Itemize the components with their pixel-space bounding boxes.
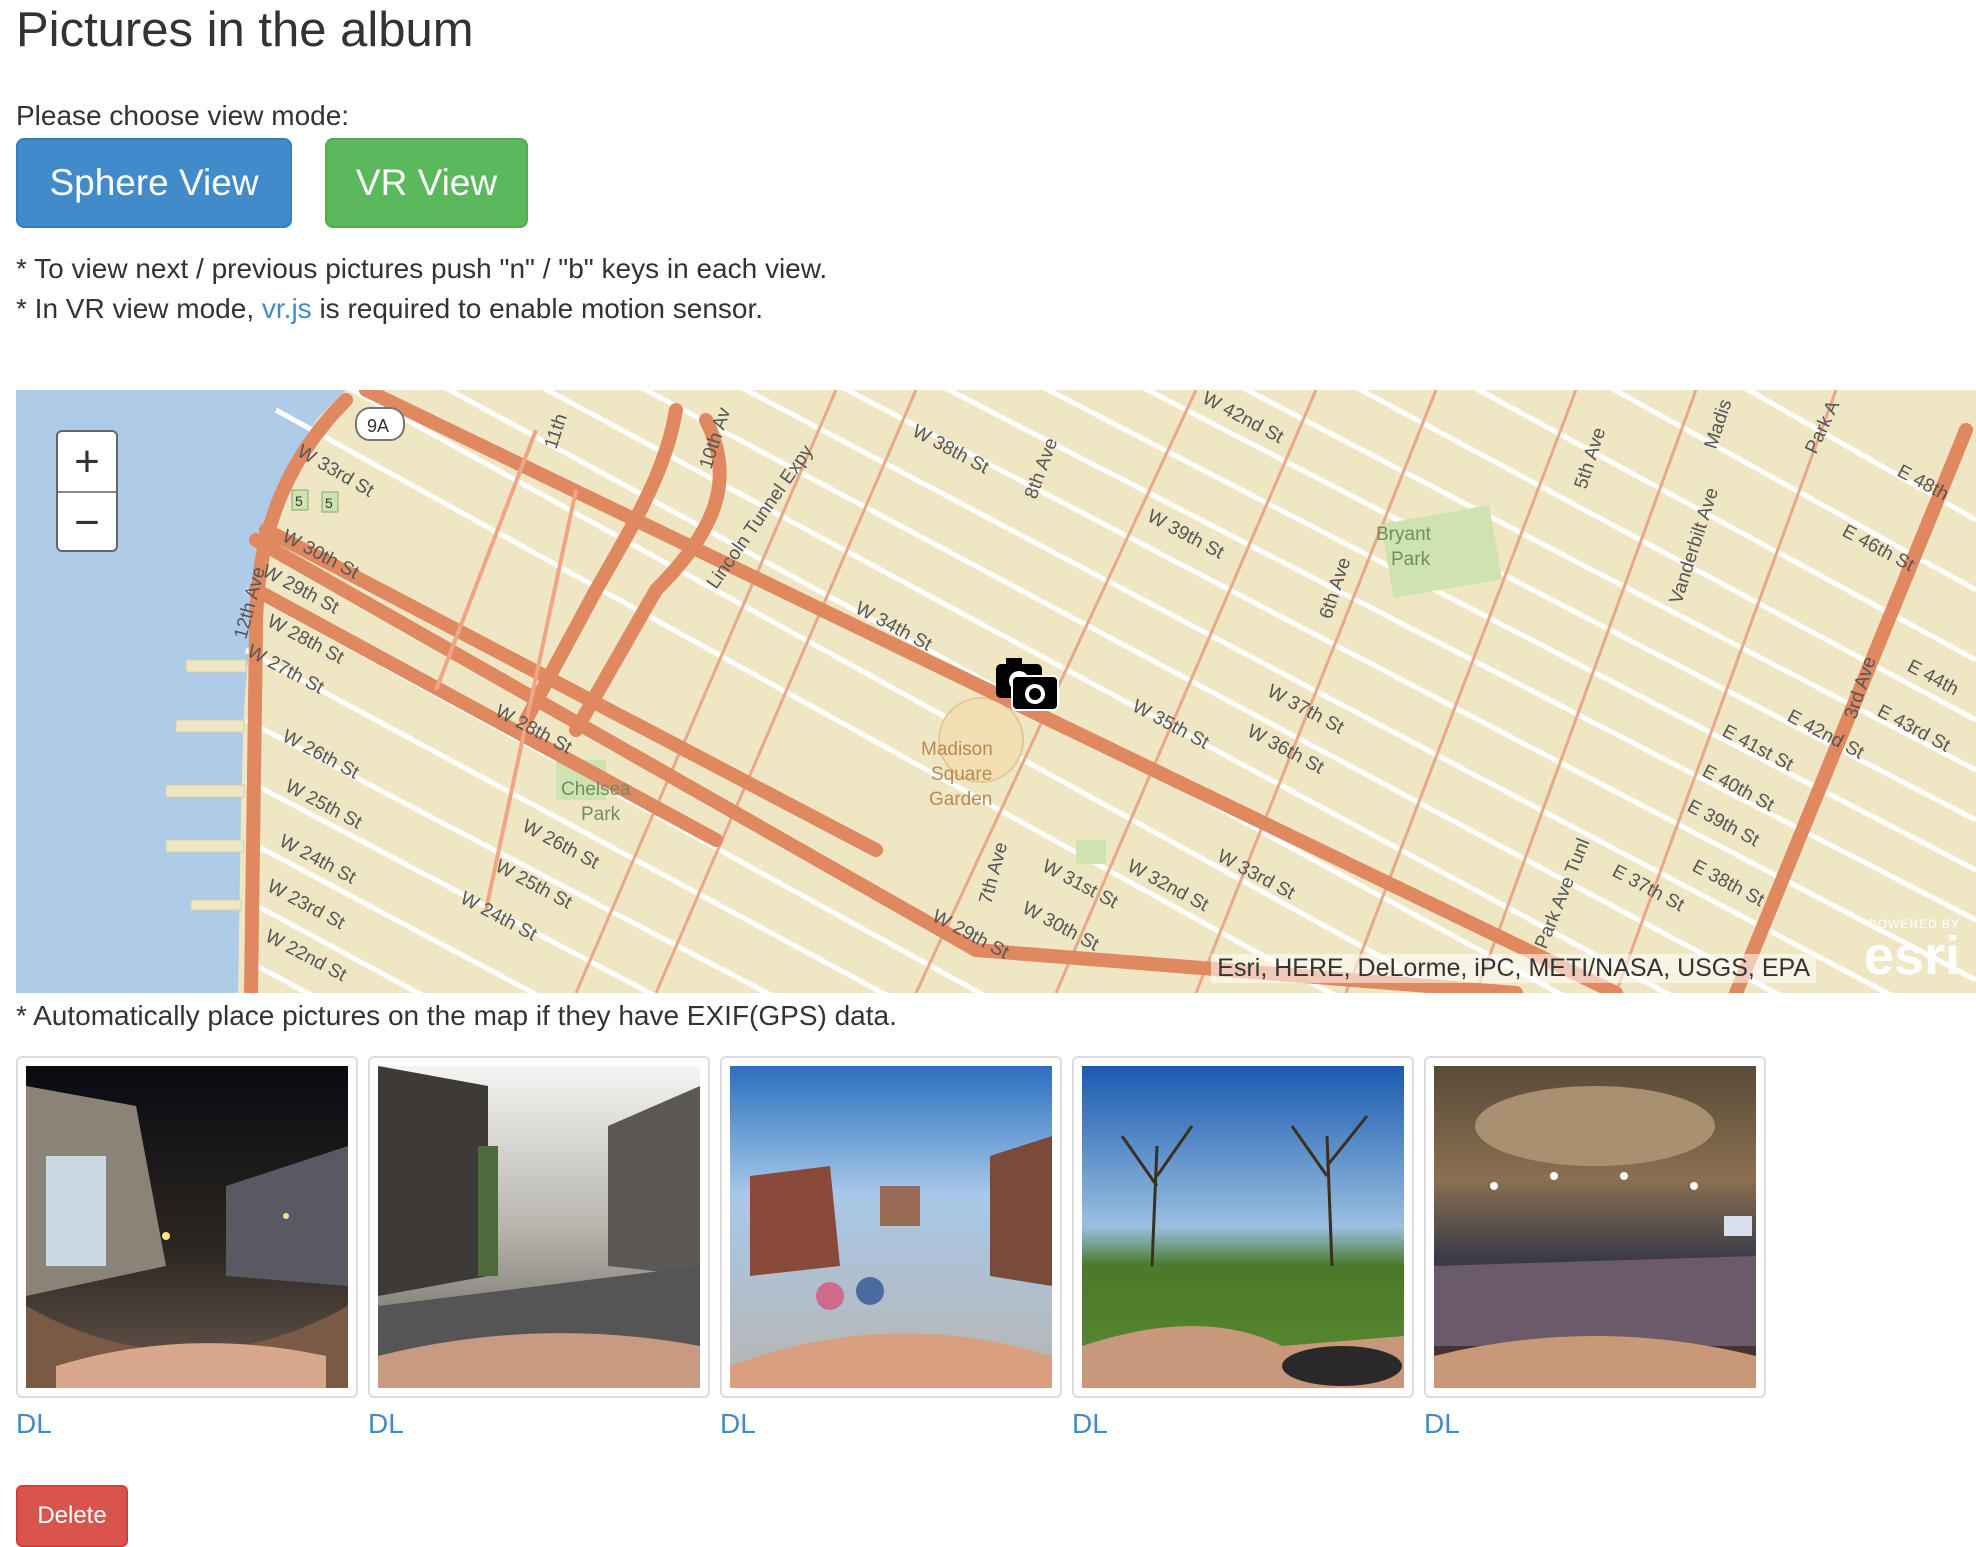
map-attribution: Esri, HERE, DeLorme, iPC, METI/NASA, USG… [1211, 954, 1816, 983]
zoom-out-button[interactable]: − [58, 493, 116, 552]
download-link[interactable]: DL [368, 1408, 404, 1440]
photo-thumbnail[interactable] [1072, 1056, 1414, 1398]
download-link[interactable]: DL [16, 1408, 52, 1440]
exif-note: * Automatically place pictures on the ma… [16, 1000, 897, 1031]
vr-view-button[interactable]: VR View [325, 138, 528, 228]
download-link[interactable]: DL [720, 1408, 756, 1440]
exit-label: 5 [325, 495, 333, 511]
zoom-control[interactable]: + − [56, 430, 118, 552]
esri-name: esri [1863, 926, 1960, 986]
vrjs-link[interactable]: vr.js [262, 293, 312, 324]
photo-thumbnail[interactable] [16, 1056, 358, 1398]
vr-note: * In VR view mode, vr.js is required to … [16, 293, 763, 325]
route-shield-label: 9A [367, 416, 389, 436]
download-link[interactable]: DL [1072, 1408, 1108, 1440]
vr-note-suffix: is required to enable motion sensor. [319, 293, 764, 324]
exit-label: 5 [295, 493, 303, 509]
esri-logo: POWERED BY esri [1863, 917, 1960, 986]
sphere-view-button[interactable]: Sphere View [16, 138, 292, 228]
map-label: Bryant [1376, 524, 1432, 545]
map-label: Garden [929, 789, 992, 810]
camera-marker-icon[interactable] [994, 652, 1064, 714]
map-label: Park [1391, 549, 1431, 570]
navigation-note: * To view next / previous pictures push … [16, 253, 828, 284]
zoom-in-button[interactable]: + [58, 432, 116, 493]
page-title: Pictures in the album [16, 3, 474, 57]
map-label: Square [931, 764, 992, 785]
photo-thumbnail[interactable] [1424, 1056, 1766, 1398]
download-link[interactable]: DL [1424, 1408, 1460, 1440]
map[interactable]: W 33rd St W 30th St W 29th St W 28th St … [16, 390, 1976, 993]
delete-button[interactable]: Delete [16, 1485, 128, 1547]
map-label: Chelsea [561, 779, 631, 800]
photo-thumbnail[interactable] [720, 1056, 1062, 1398]
view-mode-label: Please choose view mode: [16, 100, 350, 131]
vr-note-prefix: * In VR view mode, [16, 293, 255, 324]
map-label: Park [581, 804, 621, 825]
map-label: Madison [921, 739, 993, 760]
photo-thumbnail[interactable] [368, 1056, 710, 1398]
